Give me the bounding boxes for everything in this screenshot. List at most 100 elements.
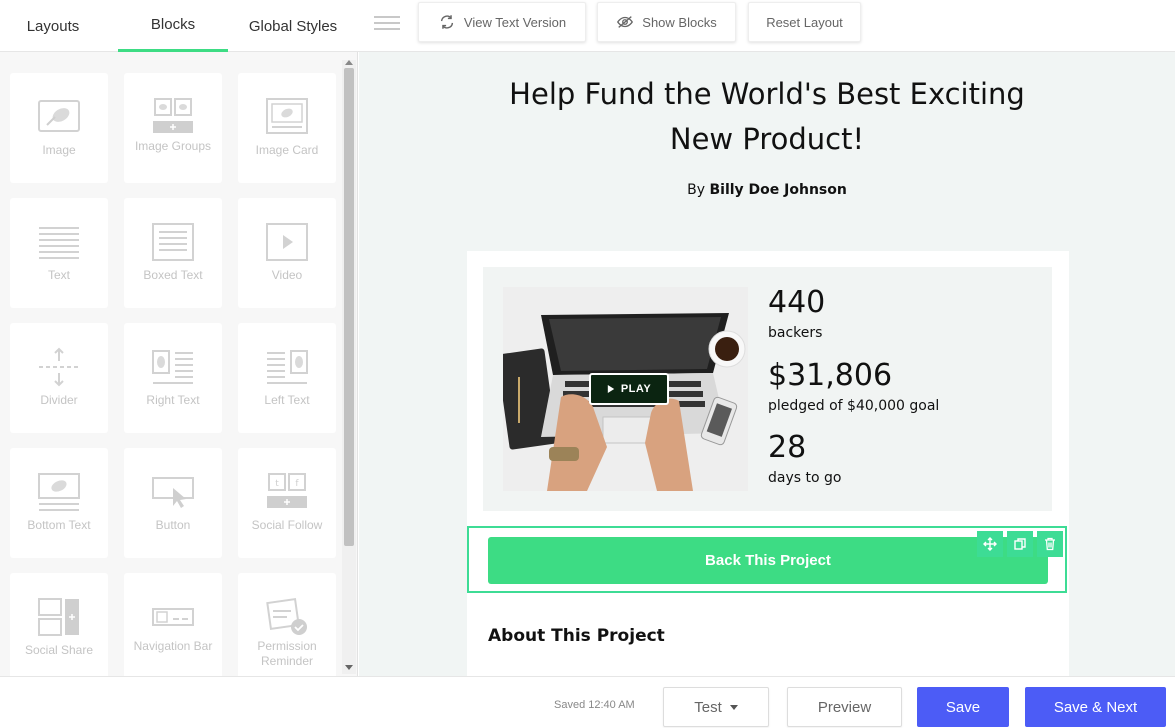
block-social-follow[interactable]: tf Social Follow (238, 448, 336, 558)
block-tools (977, 531, 1063, 557)
block-left-text[interactable]: Left Text (238, 323, 336, 433)
tab-global-styles[interactable]: Global Styles (238, 0, 348, 52)
svg-text:t: t (275, 479, 279, 489)
video-icon (266, 223, 308, 261)
show-blocks-label: Show Blocks (642, 14, 717, 30)
test-dropdown-button[interactable]: Test (663, 687, 769, 727)
permission-reminder-icon (266, 598, 307, 635)
scroll-down-arrow-icon[interactable] (345, 665, 353, 670)
video-thumbnail[interactable]: PLAY (503, 287, 748, 491)
move-block-button[interactable] (977, 531, 1003, 557)
top-toolbar: Layouts Blocks Global Styles View Text V… (0, 0, 1175, 52)
block-navigation-bar[interactable]: Navigation Bar (124, 573, 222, 676)
block-label: Left Text (264, 393, 310, 407)
headline-text: Help Fund the World's Best Exciting New … (509, 77, 1025, 156)
image-card-icon (266, 98, 308, 134)
block-social-share[interactable]: Social Share (10, 573, 108, 676)
preview-button[interactable]: Preview (787, 687, 902, 727)
tab-layouts[interactable]: Layouts (0, 0, 106, 52)
block-text[interactable]: Text (10, 198, 108, 308)
view-text-version-label: View Text Version (463, 14, 567, 30)
show-blocks-button[interactable]: Show Blocks (597, 2, 736, 42)
block-label: Image Card (255, 143, 319, 157)
reset-layout-button[interactable]: Reset Layout (748, 2, 861, 42)
text-icon (39, 227, 79, 259)
right-text-icon (152, 350, 193, 384)
block-image-card[interactable]: Image Card (238, 73, 336, 183)
trash-icon (1045, 537, 1055, 551)
block-button[interactable]: Button (124, 448, 222, 558)
block-video[interactable]: Video (238, 198, 336, 308)
block-label: Boxed Text (143, 268, 203, 282)
social-share-icon (38, 598, 79, 636)
reset-layout-label: Reset Layout (766, 14, 843, 30)
byline-prefix: By (687, 182, 706, 198)
block-permission-reminder[interactable]: Permission Reminder (238, 573, 336, 676)
byline[interactable]: By Billy Doe Johnson (359, 182, 1175, 198)
block-label: Bottom Text (27, 518, 91, 532)
days-label: days to go (768, 470, 842, 486)
block-label: Navigation Bar (133, 639, 213, 653)
blocks-sidebar: Image Image Groups Image Card Text Boxed… (0, 52, 358, 676)
play-button[interactable]: PLAY (589, 373, 669, 405)
back-this-project-button[interactable]: Back This Project (488, 537, 1048, 584)
block-divider[interactable]: Divider (10, 323, 108, 433)
block-label: Button (155, 518, 191, 532)
divider-icon (39, 347, 79, 387)
block-label: Image Groups (134, 139, 212, 153)
days-count: 28 (768, 430, 807, 465)
block-boxed-text[interactable]: Boxed Text (124, 198, 222, 308)
block-label: Permission Reminder (257, 639, 317, 668)
view-text-version-button[interactable]: View Text Version (418, 2, 586, 42)
saved-status: Saved 12:40 AM (554, 699, 635, 711)
block-image-groups[interactable]: Image Groups (124, 73, 222, 183)
chevron-down-icon (729, 704, 738, 710)
sidebar-scroll-thumb[interactable] (344, 68, 354, 546)
play-icon (607, 385, 615, 393)
block-bottom-text[interactable]: Bottom Text (10, 448, 108, 558)
navigation-bar-icon (152, 608, 194, 626)
block-label: Image (42, 143, 76, 157)
pledged-label: pledged of $40,000 goal (768, 398, 940, 414)
test-label: Test (694, 698, 722, 716)
bottom-action-bar: Saved 12:40 AM Test Preview Save Save & … (0, 676, 1175, 728)
bottom-text-icon (38, 473, 80, 511)
tab-blocks[interactable]: Blocks (118, 0, 228, 52)
button-icon (152, 477, 194, 508)
block-label: Right Text (146, 393, 200, 407)
block-label: Video (271, 268, 303, 282)
selected-button-block[interactable]: Back This Project (467, 526, 1067, 593)
move-icon (983, 537, 997, 551)
save-button[interactable]: Save (917, 687, 1009, 727)
save-and-next-button[interactable]: Save & Next (1025, 687, 1166, 727)
page-headline[interactable]: Help Fund the World's Best Exciting New … (359, 72, 1175, 162)
play-label: PLAY (620, 383, 652, 395)
duplicate-block-button[interactable] (1007, 531, 1033, 557)
svg-text:f: f (295, 479, 299, 489)
block-label: Social Share (24, 643, 94, 657)
copy-icon (1014, 538, 1026, 550)
scroll-up-arrow-icon[interactable] (345, 60, 353, 65)
pledged-amount: $31,806 (768, 358, 893, 393)
eye-off-icon (617, 16, 634, 28)
image-icon (38, 100, 80, 132)
menu-icon[interactable] (374, 12, 400, 36)
content-card: PLAY 440 backers $31,806 pledged of $40,… (467, 251, 1069, 676)
block-label: Divider (40, 393, 78, 407)
block-image[interactable]: Image (10, 73, 108, 183)
stats-block[interactable]: PLAY 440 backers $31,806 pledged of $40,… (483, 267, 1052, 511)
boxed-text-icon (152, 223, 194, 261)
social-follow-icon: tf (267, 473, 307, 508)
delete-block-button[interactable] (1037, 531, 1063, 557)
image-groups-icon (153, 98, 193, 133)
backers-count: 440 (768, 285, 826, 320)
about-heading[interactable]: About This Project (488, 626, 665, 646)
block-label: Text (47, 268, 70, 282)
refresh-icon (440, 15, 454, 29)
email-canvas: Help Fund the World's Best Exciting New … (359, 52, 1175, 676)
left-text-icon (267, 350, 308, 384)
block-right-text[interactable]: Right Text (124, 323, 222, 433)
backers-label: backers (768, 325, 823, 341)
block-label: Social Follow (251, 518, 323, 532)
author-name: Billy Doe Johnson (709, 182, 847, 198)
